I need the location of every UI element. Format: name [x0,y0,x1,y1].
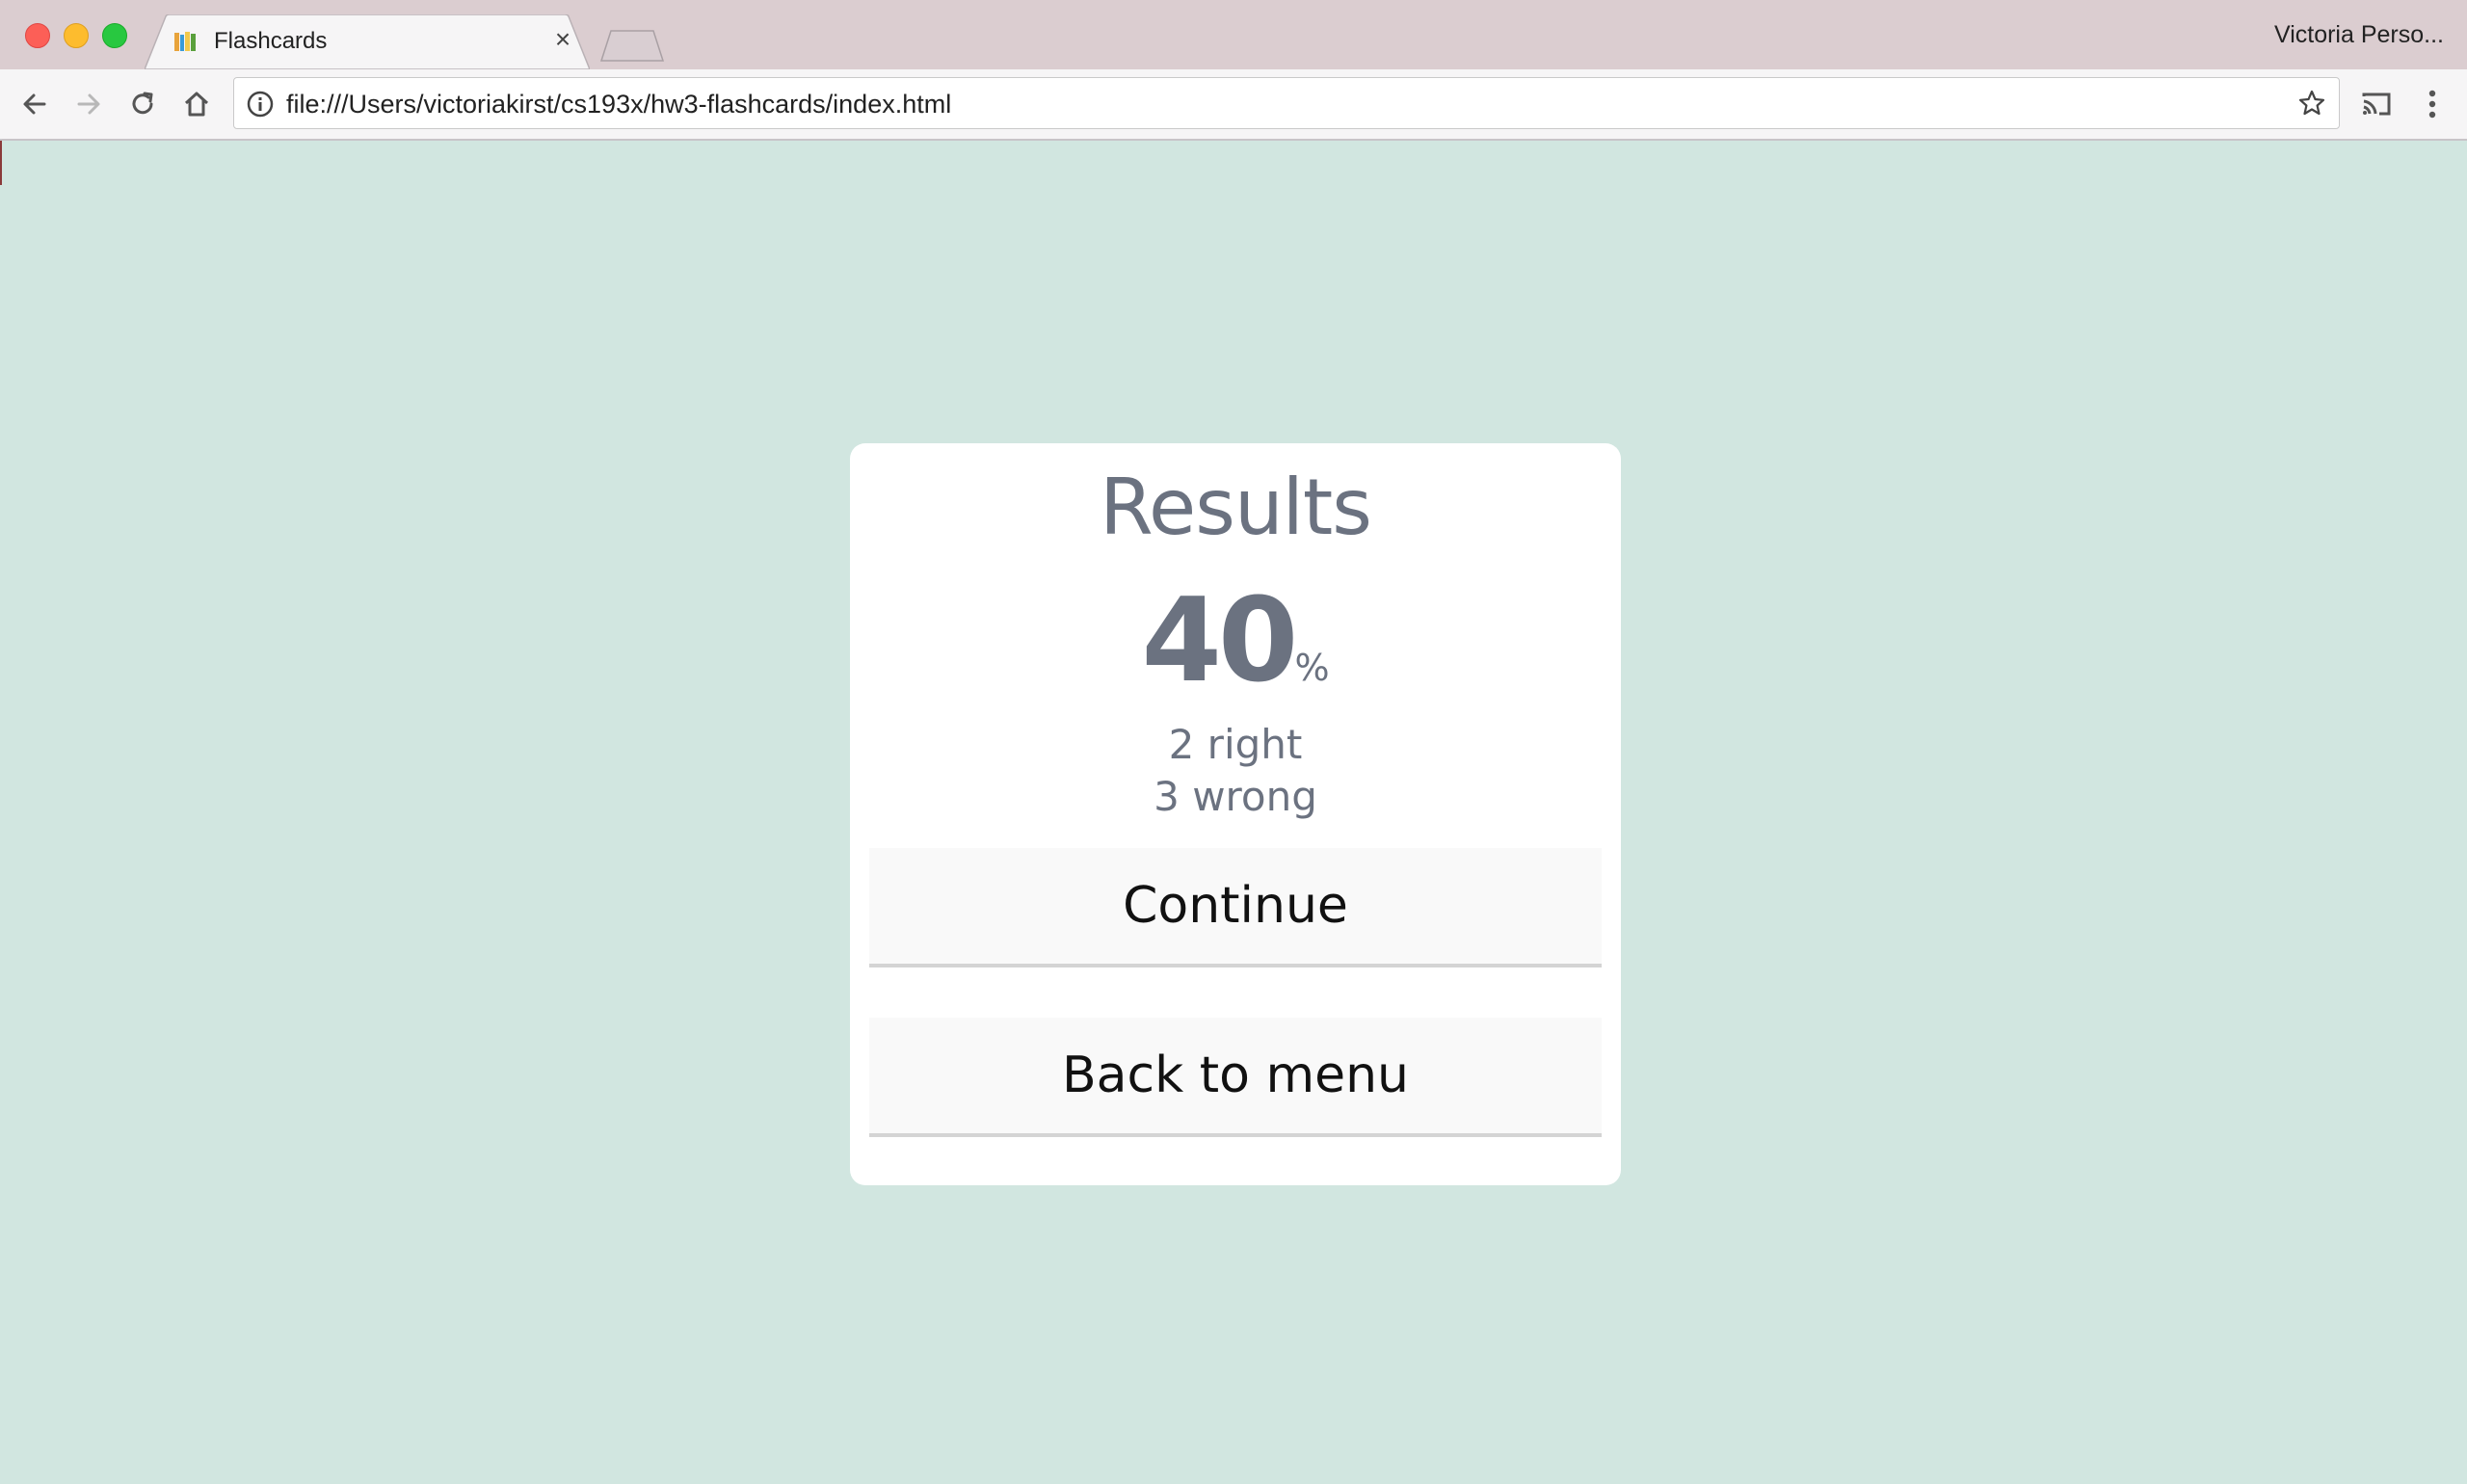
tab-title: Flashcards [214,28,328,54]
back-button[interactable] [13,83,56,125]
back-arrow-icon [23,93,46,115]
home-button[interactable] [175,83,218,125]
right-count: 2 right [1168,721,1303,768]
window-close-button[interactable] [25,23,50,48]
tab-background [145,14,590,69]
browser-menu-button[interactable] [2411,83,2454,125]
page-edge-marker [0,141,2,185]
books-icon [174,32,196,51]
window-minimize-button[interactable] [64,23,89,48]
bookmark-button[interactable] [2296,88,2327,119]
home-icon [184,92,209,117]
percent-sign: % [1294,647,1330,689]
reload-button[interactable] [121,83,164,125]
reload-icon [132,92,153,115]
profile-name[interactable]: Victoria Perso... [2274,21,2444,49]
results-title: Results [1100,463,1372,552]
forward-arrow-icon [77,93,100,115]
results-card: Results 40% 2 right 3 wrong Continue Bac… [850,443,1621,1185]
continue-button[interactable]: Continue [869,848,1602,967]
cast-button[interactable] [2355,83,2398,125]
info-icon[interactable] [246,90,275,119]
tab-close-icon[interactable]: × [549,26,576,53]
window-maximize-button[interactable] [102,23,127,48]
new-tab-button[interactable] [597,29,667,62]
browser-toolbar: file:///Users/victoriakirst/cs193x/hw3-f… [0,69,2467,141]
kebab-menu-icon [2428,90,2436,119]
forward-button[interactable] [67,83,110,125]
address-url[interactable]: file:///Users/victoriakirst/cs193x/hw3-f… [286,90,951,119]
tab-flashcards[interactable]: Flashcards × [145,14,590,69]
star-icon [2298,90,2325,116]
browser-window: Flashcards × Victoria Perso... file:///U… [0,0,2467,1484]
wrong-count: 3 wrong [1154,773,1317,820]
page-viewport: Results 40% 2 right 3 wrong Continue Bac… [0,141,2467,1484]
cast-icon [2362,93,2391,116]
score-percent: 40% [850,574,1621,708]
back-to-menu-button[interactable]: Back to menu [869,1018,1602,1137]
percent-value: 40 [1141,574,1298,708]
address-bar[interactable]: file:///Users/victoriakirst/cs193x/hw3-f… [233,77,2340,129]
tab-strip: Flashcards × Victoria Perso... [0,0,2467,69]
